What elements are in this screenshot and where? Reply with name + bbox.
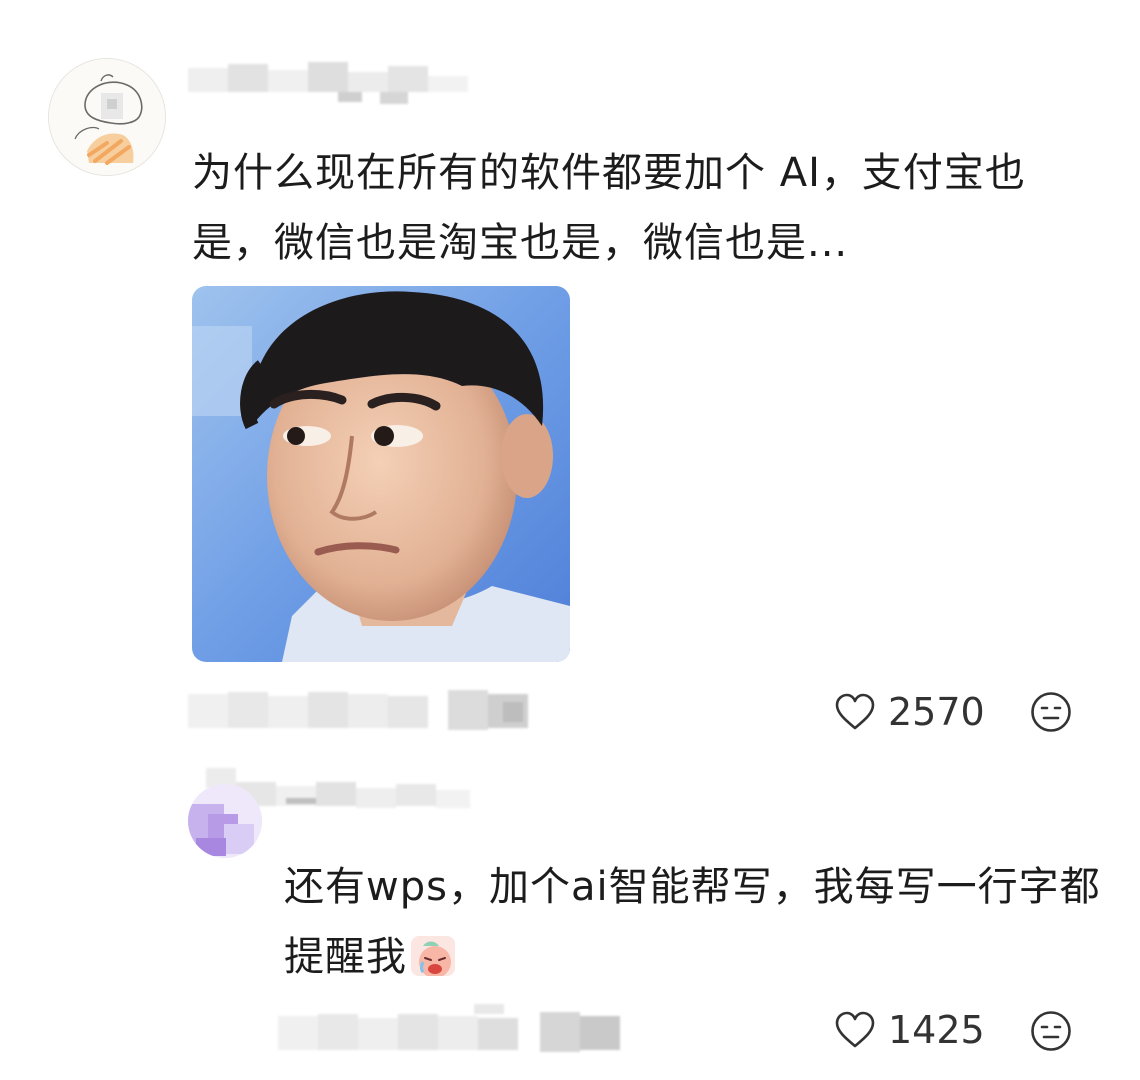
reply-like-button[interactable]: 1425 <box>834 1008 985 1052</box>
username-pixelated[interactable] <box>188 62 488 108</box>
avatar[interactable] <box>48 58 166 176</box>
heart-icon <box>834 692 876 732</box>
reply-meta-pixelated <box>278 1004 633 1062</box>
comment-text: 为什么现在所有的软件都要加个 AI，支付宝也是，微信也是淘宝也是，微信也是... <box>192 150 1026 266</box>
comment-meta-pixelated <box>188 688 543 732</box>
like-count: 2570 <box>888 690 985 734</box>
reply-avatar[interactable] <box>188 784 262 858</box>
reply-text: 还有wps，加个ai智能帮写，我每写一行字都提醒我 <box>284 864 1101 980</box>
neutral-face-icon[interactable] <box>1030 691 1072 733</box>
heart-icon <box>834 1010 876 1050</box>
neutral-face-icon[interactable] <box>1030 1010 1072 1052</box>
like-count: 1425 <box>888 1008 985 1052</box>
crying-sticker-icon <box>411 932 455 976</box>
like-button[interactable]: 2570 <box>834 690 985 734</box>
meme-image[interactable] <box>192 286 570 662</box>
